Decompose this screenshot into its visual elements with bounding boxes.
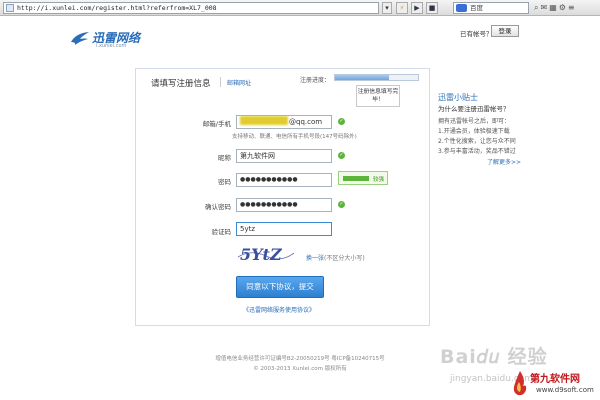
captcha-text: 5YtZ [240, 245, 283, 264]
tips-title: 迅雷小贴士 [438, 93, 478, 102]
strength-bar [343, 176, 369, 181]
baidu-engine-icon [456, 4, 467, 12]
captcha-label: 验证码 [211, 228, 232, 236]
password-strength-indicator: 较强 [338, 171, 388, 185]
stop-icon[interactable]: ■ [426, 2, 438, 14]
tips-line: 3.参与丰富活动，奖品不错过 [438, 148, 516, 155]
address-text: http://i.xunlei.com/register.html?referf… [17, 4, 217, 12]
learn-more-link[interactable]: 了解更多>> [487, 157, 521, 166]
site-name: 第九软件网 [530, 374, 580, 385]
toolbar-icons[interactable]: ⌕✉▦⚙≡ [534, 2, 577, 14]
browser-toolbar: http://i.xunlei.com/register.html?referf… [0, 0, 600, 16]
flame-logo-icon [513, 371, 527, 396]
gear-icon[interactable]: ⚙ [559, 3, 568, 12]
menu-icon[interactable]: ≡ [568, 3, 577, 12]
email-field[interactable]: @qq.com [236, 115, 332, 129]
site-url: www.d9soft.com [536, 386, 594, 394]
progress-tooltip: 注册信息填写完毕！ [356, 85, 400, 107]
confirm-valid-icon: ✓ [338, 201, 345, 208]
progress-fill [335, 75, 389, 80]
bird-logo-icon [71, 32, 89, 45]
strength-text: 较强 [373, 177, 385, 183]
tips-line: 1.开通会员，体验极速下载 [438, 128, 510, 135]
captcha-image[interactable]: 5YtZ [236, 243, 296, 265]
captcha-field[interactable]: 5ytz [236, 222, 332, 236]
baidu-watermark: Bai𝑑𝑢 经验 [440, 346, 548, 368]
page-title: 请填写注册信息 [151, 79, 211, 89]
blurred-username [240, 116, 288, 125]
register-panel: 请填写注册信息 邮箱网址 注册进度： 注册信息填写完毕！ 邮箱/手机 @qq.c… [135, 68, 430, 326]
browser-search-input[interactable]: 百度 [453, 2, 529, 14]
terms-link[interactable]: 《迅雷网络服务使用协议》 [243, 305, 315, 314]
email-hint: 支持移动、联通、电信所有手机号段(147号码除外) [232, 134, 357, 140]
email-value: @qq.com [289, 118, 323, 126]
mail-link[interactable]: 邮箱网址 [227, 78, 251, 87]
confirm-password-label: 确认密码 [205, 203, 231, 211]
confirm-password-field[interactable]: ●●●●●●●●●●● [236, 198, 332, 212]
progress-bar [334, 74, 419, 81]
xunlei-logo[interactable]: 迅雷网络 i.xunlei.com [70, 28, 170, 52]
mail-icon[interactable]: ✉ [540, 3, 549, 12]
title-divider [220, 77, 221, 87]
refresh-text[interactable]: 换一张 [306, 255, 324, 262]
search-placeholder: 百度 [470, 4, 483, 12]
address-bar[interactable]: http://i.xunlei.com/register.html?referf… [3, 2, 379, 14]
login-button[interactable]: 登录 [491, 25, 519, 37]
password-field[interactable]: ●●●●●●●●●●● [236, 173, 332, 187]
play-icon[interactable]: ▶ [411, 2, 423, 14]
site-watermark-logo: 第九软件网 www.d9soft.com [512, 368, 600, 400]
tips-subtitle: 为什么要注册迅雷帐号？ [438, 105, 510, 113]
page-icon [6, 4, 14, 12]
progress-label: 注册进度： [300, 77, 331, 84]
grid-icon[interactable]: ▦ [549, 3, 559, 12]
email-label: 邮箱/手机 [202, 120, 231, 128]
have-account-text: 已有帐号？ [460, 30, 493, 38]
tips-line: 拥有迅雷帐号之后，即可： [438, 118, 511, 125]
nickname-label: 昵称 [218, 154, 231, 162]
submit-button[interactable]: 同意以下协议，提交 [236, 276, 324, 298]
nickname-field[interactable]: 第九软件网 [236, 149, 332, 163]
tips-line: 2.个性化搜索，让您与众不同 [438, 138, 516, 145]
password-label: 密码 [218, 178, 231, 186]
dropdown-button[interactable]: ▾ [382, 2, 392, 14]
case-insensitive-note: (不区分大小写) [324, 255, 365, 262]
email-valid-icon: ✓ [338, 118, 345, 125]
logo-domain: i.xunlei.com [96, 43, 127, 49]
lightning-icon[interactable]: ⚡ [396, 2, 408, 14]
refresh-captcha-link[interactable]: 换一张(不区分大小写) [306, 253, 365, 262]
nickname-valid-icon: ✓ [338, 152, 345, 159]
